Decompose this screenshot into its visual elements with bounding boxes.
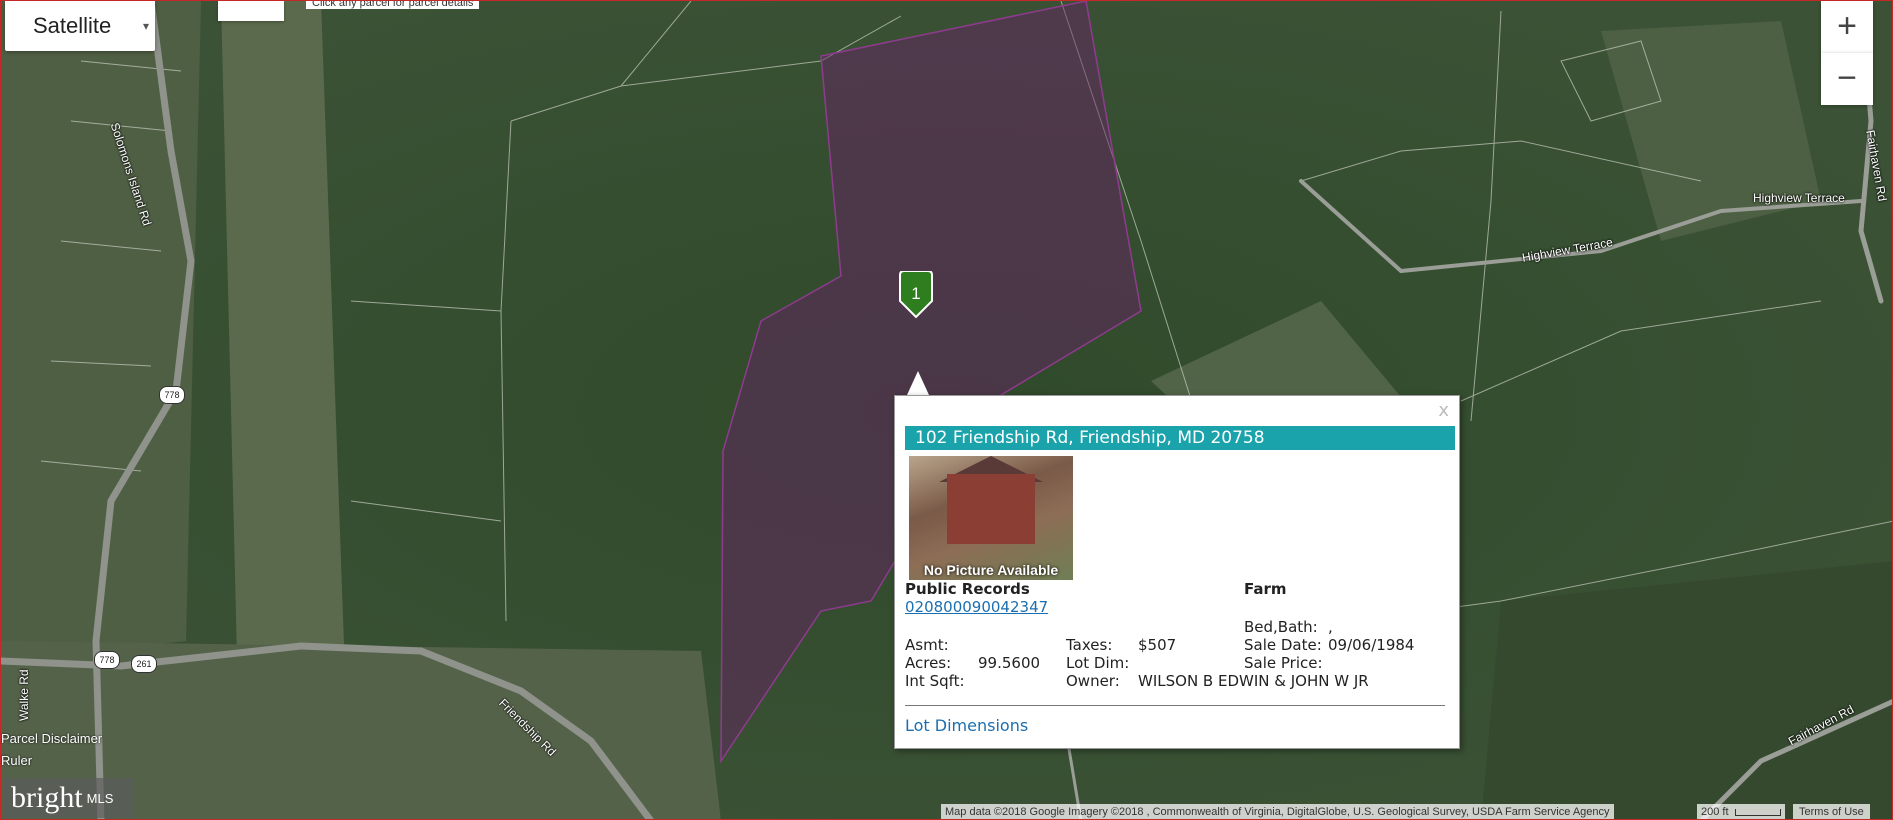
zoom-in-button[interactable]: +: [1821, 1, 1873, 53]
popup-divider: [905, 705, 1445, 706]
road-label-walke: Walke Rd: [17, 669, 31, 721]
parcel-id-link[interactable]: 020800090042347: [905, 598, 1048, 616]
map-type-label: Satellite: [33, 13, 112, 38]
map-canvas[interactable]: Satellite ▾ Click any parcel for parcel …: [0, 0, 1893, 820]
acres-label: Acres:: [905, 654, 952, 672]
close-icon[interactable]: x: [1438, 400, 1449, 421]
owner-value: WILSON B EDWIN & JOHN W JR: [1138, 672, 1369, 690]
map-type-selector[interactable]: Satellite ▾: [5, 1, 155, 51]
bed-bath-value: ,: [1328, 618, 1333, 636]
map-marker-label: 1: [911, 284, 921, 303]
map-scale[interactable]: 200 ft: [1697, 804, 1785, 819]
map-attribution: Map data ©2018 Google Imagery ©2018 , Co…: [941, 804, 1614, 819]
route-shield-778: 778: [159, 386, 185, 404]
sale-price-label: Sale Price:: [1244, 654, 1323, 672]
route-shield-778: 778: [94, 651, 120, 669]
logo-brand: bright: [11, 781, 83, 814]
photo-caption: No Picture Available: [923, 562, 1059, 578]
road-label-highview-2: Highview Terrace: [1753, 191, 1845, 205]
taxes-value: $507: [1138, 636, 1177, 654]
parcel-info-popup: x 102 Friendship Rd, Friendship, MD 2075…: [894, 395, 1460, 749]
ruler-link[interactable]: Ruler: [1, 753, 32, 768]
scale-label: 200 ft: [1701, 806, 1729, 818]
scale-bar: [1734, 808, 1781, 816]
int-sqft-label: Int Sqft:: [905, 672, 965, 690]
popup-pointer: [907, 371, 929, 395]
asmt-label: Asmt:: [905, 636, 949, 654]
sale-date-label: Sale Date:: [1244, 636, 1322, 654]
zoom-out-button[interactable]: −: [1821, 53, 1873, 105]
lot-dim-label: Lot Dim:: [1066, 654, 1130, 672]
popup-address: 102 Friendship Rd, Friendship, MD 20758: [905, 426, 1455, 450]
bright-mls-logo: bright MLS: [3, 778, 133, 818]
taxes-label: Taxes:: [1066, 636, 1113, 654]
route-shield-261: 261: [131, 655, 157, 673]
lot-dimensions-link[interactable]: Lot Dimensions: [905, 716, 1028, 735]
house-facade: [947, 474, 1035, 544]
terms-of-use-link[interactable]: Terms of Use: [1793, 804, 1870, 819]
bed-bath-label: Bed,Bath:: [1244, 618, 1318, 636]
sale-date-value: 09/06/1984: [1328, 636, 1415, 654]
logo-suffix: MLS: [86, 790, 114, 806]
chevron-down-icon: ▾: [142, 19, 149, 33]
public-records-title: Public Records: [905, 580, 1030, 598]
owner-label: Owner:: [1066, 672, 1120, 690]
map-tools-control[interactable]: [218, 1, 284, 21]
acres-value: 99.5600: [978, 654, 1041, 672]
parcel-disclaimer-link[interactable]: Parcel Disclaimer: [1, 731, 102, 746]
property-photo: No Picture Available: [909, 456, 1073, 580]
parcel-hint: Click any parcel for parcel details: [306, 1, 480, 9]
property-type: Farm: [1244, 580, 1287, 598]
